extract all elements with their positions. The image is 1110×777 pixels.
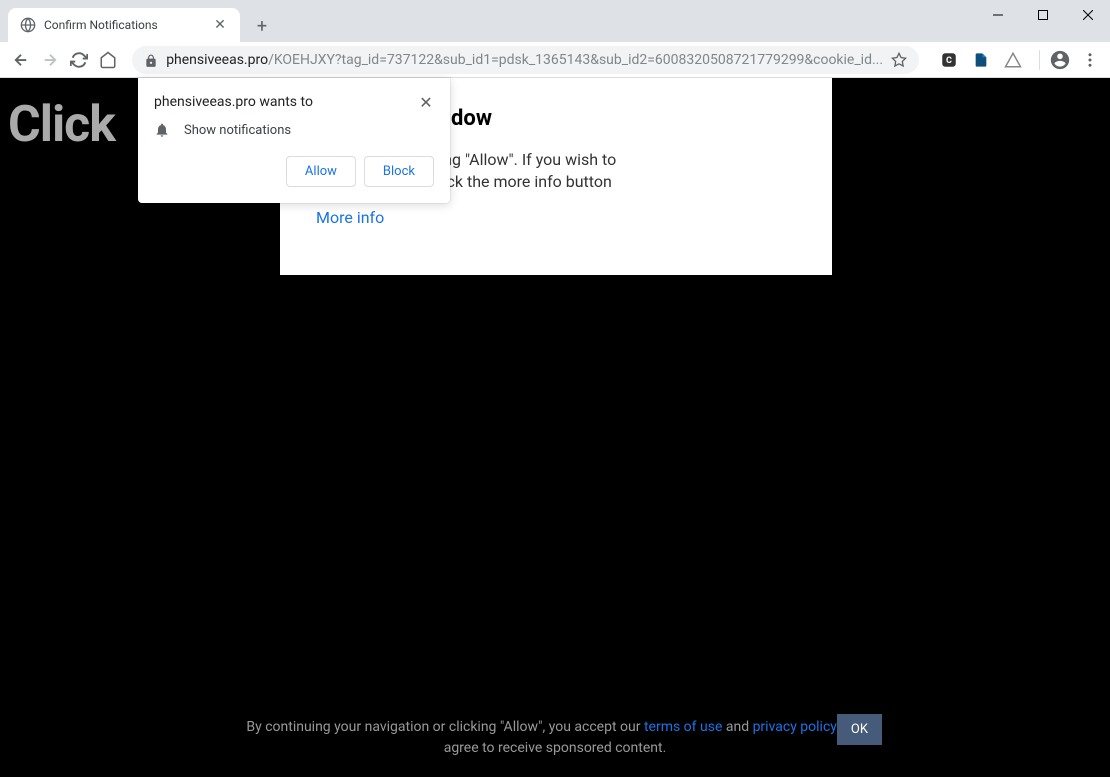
minimize-button[interactable] [975,0,1020,30]
browser-titlebar: Confirm Notifications ✕ + [0,0,1110,42]
url-text: phensiveeas.pro/KOEHJXY?tag_id=737122&su… [166,52,883,68]
browser-tab[interactable]: Confirm Notifications ✕ [8,8,240,42]
new-tab-button[interactable]: + [248,12,276,40]
extension-icon-1[interactable]: C [939,50,959,70]
window-controls [975,0,1110,30]
notification-permission-text: Show notifications [184,123,291,138]
forward-button[interactable] [37,46,62,74]
home-button[interactable] [95,46,120,74]
notification-permission-dialog: phensiveeas.pro wants to ✕ Show notifica… [138,78,450,203]
bookmark-star-icon[interactable] [891,52,907,68]
menu-button[interactable] [1077,46,1102,74]
bell-icon [154,122,170,138]
close-window-button[interactable] [1065,0,1110,30]
page-content: Click u are not a close this window e cl… [0,78,1110,777]
maximize-button[interactable] [1020,0,1065,30]
page-footer: By continuing your navigation or clickin… [0,717,1110,759]
close-icon[interactable]: ✕ [418,94,434,110]
extension-icon-2[interactable] [971,50,991,70]
privacy-link[interactable]: privacy policy [753,719,837,735]
close-icon[interactable]: ✕ [212,17,228,33]
back-button[interactable] [8,46,33,74]
block-button[interactable]: Block [364,156,434,187]
footer-text-prefix: By continuing your navigation or clickin… [246,719,644,735]
more-info-link[interactable]: More info [316,208,384,227]
terms-link[interactable]: terms of use [644,719,722,735]
tab-title: Confirm Notifications [44,18,204,32]
browser-toolbar: phensiveeas.pro/KOEHJXY?tag_id=737122&su… [0,42,1110,78]
ok-button[interactable]: OK [837,714,882,745]
allow-button[interactable]: Allow [286,156,356,187]
reload-button[interactable] [66,46,91,74]
footer-line2: agree to receive sponsored content. [40,738,1070,759]
notification-dialog-title: phensiveeas.pro wants to [154,94,313,110]
extension-icon-3[interactable] [1003,50,1023,70]
globe-icon [20,17,36,33]
toolbar-divider [1039,50,1040,70]
address-bar[interactable]: phensiveeas.pro/KOEHJXY?tag_id=737122&su… [132,46,919,74]
svg-text:C: C [946,56,952,66]
extension-icons: C [931,50,1031,70]
footer-and1: and [722,719,752,735]
lock-icon [144,53,158,67]
profile-button[interactable] [1048,46,1073,74]
